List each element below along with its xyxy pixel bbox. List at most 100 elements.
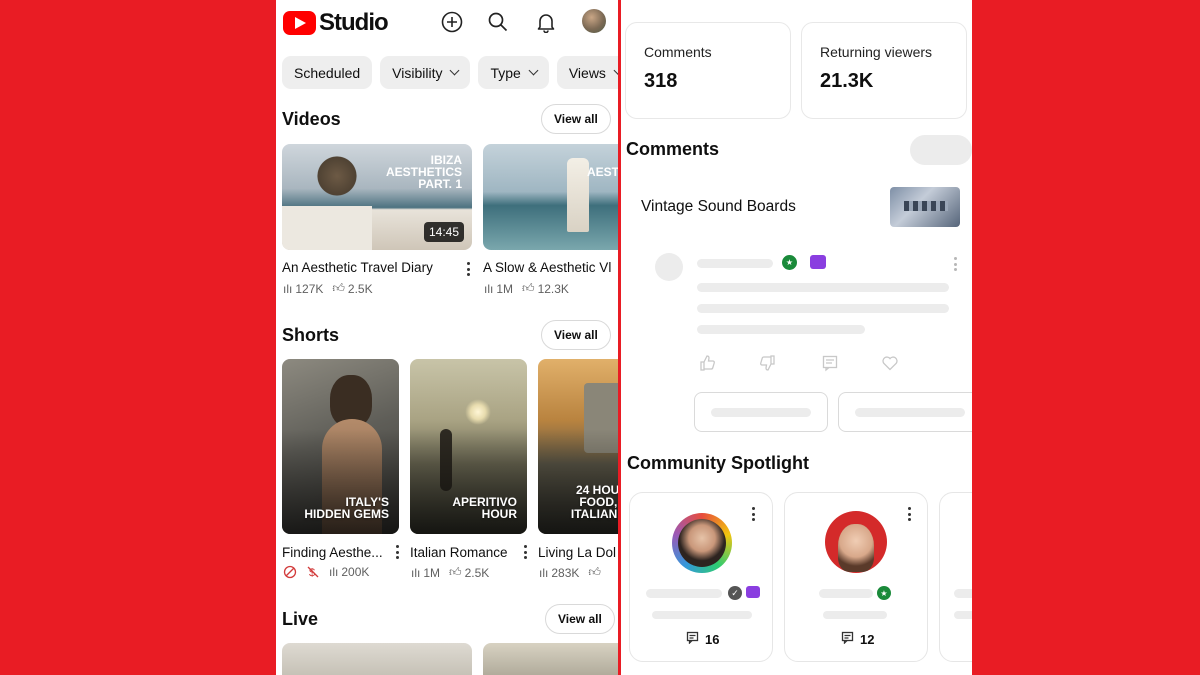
videos-section-title: Videos (282, 109, 341, 129)
plant-shape (312, 156, 362, 196)
thumbs-up-icon: 👍︎ (332, 281, 345, 295)
thumbnail-overlay-text: AEST (587, 165, 618, 179)
filter-chip-views[interactable]: Views (556, 56, 618, 89)
chip-label: Scheduled (294, 64, 361, 81)
fan-detail-placeholder (823, 611, 887, 619)
short-stats: ılı 1M 👍︎ 2.5K (411, 565, 493, 580)
more-options-icon[interactable] (523, 545, 527, 559)
fan-face (838, 524, 874, 572)
studio-community-screen: Comments 318 Returning viewers 21.3K Com… (621, 0, 972, 675)
account-avatar[interactable] (582, 9, 606, 33)
dislike-icon[interactable] (759, 354, 777, 377)
studio-content-screen: Studio Scheduled Visibility Type Views V… (276, 0, 618, 675)
short-thumbnail[interactable]: ITALY'S HIDDEN GEMS (282, 359, 399, 534)
video-stats: ılı 1M 👍︎ 12.3K (484, 281, 573, 296)
reply-action-placeholder[interactable] (838, 392, 972, 432)
shorts-section-title: Shorts (282, 325, 340, 345)
video-duration: 14:45 (423, 222, 464, 242)
short-title[interactable]: Italian Romance (410, 545, 518, 560)
views-bar-icon: ılı (539, 565, 549, 580)
views-bar-icon: ılı (329, 565, 339, 579)
views-bar-icon: ılı (283, 281, 293, 296)
stat-value: 318 (644, 70, 678, 92)
chip-label: Views (568, 64, 606, 81)
notifications-bell-icon[interactable] (534, 10, 558, 34)
comment-video-title[interactable]: Vintage Sound Boards (641, 198, 796, 216)
sun-shape (465, 399, 491, 425)
commenter-avatar-placeholder (655, 253, 683, 281)
chevron-down-icon (450, 65, 460, 76)
filter-chips: Scheduled Visibility Type Views (282, 56, 618, 89)
more-options-icon[interactable] (395, 545, 399, 559)
views-count: 1M (423, 565, 441, 580)
live-view-all-button[interactable]: View all (545, 604, 615, 634)
filter-chip-visibility[interactable]: Visibility (380, 56, 471, 89)
button-label-placeholder (711, 408, 811, 417)
more-options-icon[interactable] (466, 262, 470, 276)
chevron-down-icon (613, 65, 618, 76)
comment-icon (841, 631, 854, 647)
comments-filter-placeholder[interactable] (910, 135, 972, 165)
more-options-icon[interactable] (907, 507, 911, 521)
comment-count-value: 12 (860, 631, 875, 647)
chip-label: Type (490, 64, 521, 81)
commenter-name-placeholder (697, 259, 773, 268)
spotlight-card[interactable]: ★ 12 (784, 492, 928, 662)
video-thumbnail[interactable]: AEST (483, 144, 618, 250)
youtube-play-icon (283, 11, 316, 35)
fan-name-placeholder (646, 589, 722, 598)
comments-section-title: Comments (626, 139, 720, 159)
video-title[interactable]: A Slow & Aesthetic Vl (483, 260, 618, 275)
comment-text-placeholder (697, 304, 949, 313)
views-count: 283K (551, 565, 580, 580)
spotlight-card[interactable] (939, 492, 972, 662)
filter-chip-scheduled[interactable]: Scheduled (282, 56, 373, 89)
stat-value: 21.3K (820, 70, 874, 92)
views-bar-icon: ılı (411, 565, 421, 580)
comment-video-thumbnail[interactable] (890, 187, 960, 227)
search-icon[interactable] (486, 10, 510, 34)
fan-avatar (672, 513, 732, 573)
like-icon[interactable] (698, 354, 716, 377)
videos-view-all-button[interactable]: View all (541, 104, 611, 134)
thumbs-up-icon: 👍︎ (588, 565, 601, 579)
live-thumbnail[interactable] (282, 643, 472, 675)
likes-count: 12.3K (537, 281, 569, 296)
create-plus-icon[interactable] (440, 10, 464, 34)
comment-more-icon[interactable] (953, 257, 957, 271)
reply-icon[interactable] (821, 354, 839, 377)
live-thumbnail[interactable] (483, 643, 618, 675)
short-thumbnail[interactable]: 24 HOUR FOOD, F ITALIAN F (538, 359, 618, 534)
stat-label: Comments (644, 44, 712, 60)
video-thumbnail[interactable]: IBIZA AESTHETICS PART. 1 14:45 (282, 144, 472, 250)
spotlight-card[interactable]: ✓ 16 (629, 492, 773, 662)
thumbs-up-icon: 👍︎ (449, 565, 462, 579)
short-overlay-text: ITALY'S HIDDEN GEMS (304, 495, 389, 521)
comment-text-placeholder (697, 325, 865, 334)
stat-card-comments[interactable]: Comments 318 (625, 22, 791, 119)
reply-action-placeholder[interactable] (694, 392, 828, 432)
soundboard-knobs (904, 201, 948, 211)
stat-card-returning-viewers[interactable]: Returning viewers 21.3K (801, 22, 967, 119)
studio-logo[interactable]: Studio (283, 9, 389, 37)
community-spotlight-title: Community Spotlight (627, 453, 809, 473)
short-thumbnail[interactable]: APERITIVO HOUR (410, 359, 527, 534)
fan-avatar (825, 511, 887, 573)
heart-icon[interactable] (881, 354, 899, 377)
fan-detail-placeholder (652, 611, 752, 619)
video-title[interactable]: An Aesthetic Travel Diary (282, 260, 460, 275)
person-figure (567, 158, 589, 232)
short-title[interactable]: Finding Aesthe... (282, 545, 386, 560)
button-label-placeholder (855, 408, 965, 417)
shorts-view-all-button[interactable]: View all (541, 320, 611, 350)
short-title[interactable]: Living La Dol (538, 545, 618, 560)
more-options-icon[interactable] (751, 507, 755, 521)
member-badge-icon (746, 586, 760, 598)
verified-star-badge-icon: ★ (877, 586, 891, 600)
member-comment-badge-icon (810, 255, 826, 269)
likes-count: 2.5K (347, 281, 373, 296)
comment-text-placeholder (697, 283, 949, 292)
restricted-icon (283, 565, 297, 579)
filter-chip-type[interactable]: Type (478, 56, 549, 89)
fan-detail-placeholder (954, 611, 972, 619)
